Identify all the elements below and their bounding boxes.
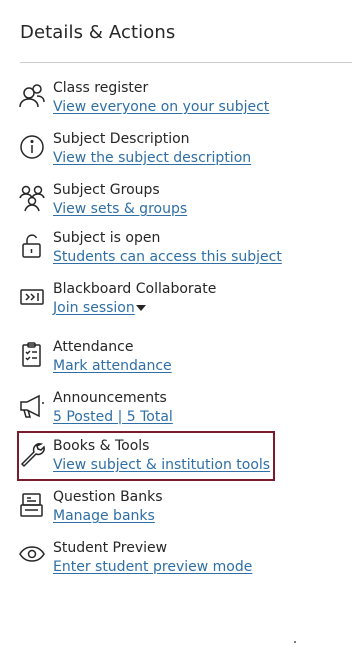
people-icon bbox=[18, 82, 46, 110]
view-description-link[interactable]: View the subject description bbox=[53, 150, 251, 166]
subject-description-title: Subject Description bbox=[53, 131, 190, 147]
books-tools-item: Books & Tools View subject & institution… bbox=[18, 438, 338, 478]
join-session-link[interactable]: Join session bbox=[53, 300, 135, 316]
announcements-title: Announcements bbox=[53, 390, 167, 406]
unlock-icon bbox=[18, 232, 46, 260]
eye-icon bbox=[18, 542, 46, 570]
class-register-item: Class register View everyone on your sub… bbox=[18, 80, 338, 120]
books-tools-title: Books & Tools bbox=[53, 438, 150, 454]
student-preview-title: Student Preview bbox=[53, 540, 168, 556]
attendance-title: Attendance bbox=[53, 339, 134, 355]
announcements-item: Announcements 5 Posted | 5 Total bbox=[18, 390, 338, 430]
chevron-down-icon[interactable] bbox=[136, 305, 146, 311]
collaborate-item: Blackboard Collaborate Join session bbox=[18, 281, 338, 321]
panel-title: Details & Actions bbox=[20, 22, 176, 43]
view-sets-groups-link[interactable]: View sets & groups bbox=[53, 201, 187, 217]
announcements-count-link[interactable]: 5 Posted | 5 Total bbox=[53, 409, 173, 425]
students-access-link[interactable]: Students can access this subject bbox=[53, 249, 282, 265]
subject-groups-item: Subject Groups View sets & groups bbox=[18, 182, 338, 222]
collaborate-title: Blackboard Collaborate bbox=[53, 281, 217, 297]
subject-open-item: Subject is open Students can access this… bbox=[18, 230, 338, 270]
subject-description-item: Subject Description View the subject des… bbox=[18, 131, 338, 171]
megaphone-icon bbox=[18, 392, 46, 420]
subject-groups-title: Subject Groups bbox=[53, 182, 160, 198]
mark-attendance-link[interactable]: Mark attendance bbox=[53, 358, 172, 374]
wrench-icon bbox=[18, 440, 46, 468]
enter-preview-link[interactable]: Enter student preview mode bbox=[53, 559, 252, 575]
attendance-icon bbox=[18, 341, 46, 369]
question-banks-title: Question Banks bbox=[53, 489, 163, 505]
class-register-title: Class register bbox=[53, 80, 149, 96]
manage-banks-link[interactable]: Manage banks bbox=[53, 508, 155, 524]
info-icon bbox=[18, 133, 46, 161]
student-preview-item: Student Preview Enter student preview mo… bbox=[18, 540, 338, 580]
view-everyone-link[interactable]: View everyone on your subject bbox=[53, 99, 269, 115]
question-bank-icon bbox=[18, 491, 46, 519]
stray-dot bbox=[294, 641, 296, 643]
attendance-item: Attendance Mark attendance bbox=[18, 339, 338, 379]
divider bbox=[20, 62, 352, 63]
groups-icon bbox=[18, 184, 46, 212]
video-icon bbox=[18, 283, 46, 311]
view-tools-link[interactable]: View subject & institution tools bbox=[53, 457, 270, 473]
subject-open-title: Subject is open bbox=[53, 230, 161, 246]
question-banks-item: Question Banks Manage banks bbox=[18, 489, 338, 529]
